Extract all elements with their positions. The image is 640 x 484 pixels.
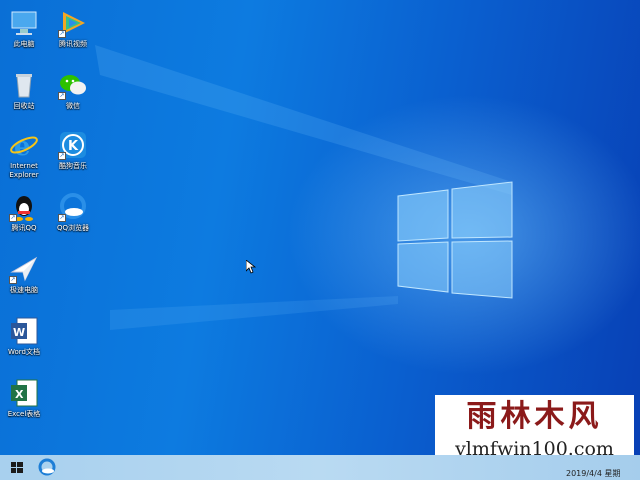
desktop-icon-qq-browser[interactable]: ↗ QQ浏览器 [49,188,97,244]
svg-text:X: X [15,388,24,401]
shortcut-arrow-icon: ↗ [9,214,17,222]
kugou-music-icon: K ↗ [58,130,88,160]
desktop-icon-label: 此电脑 [13,40,35,48]
shortcut-arrow-icon: ↗ [58,152,66,160]
desktop-icon-recycle-bin[interactable]: 回收站 [0,66,48,122]
clock-date[interactable]: 2019/4/4 星期 [566,468,620,479]
desktop-icon-tencent-qq[interactable]: ↗ 腾讯QQ [0,188,48,244]
desktop-icon-this-pc[interactable]: 此电脑 [0,4,48,60]
tencent-video-icon: ↗ [58,8,88,38]
svg-text:e: e [14,132,31,160]
desktop-icon-internet-explorer[interactable]: e Internet Explorer [0,126,48,182]
recycle-bin-icon [9,70,39,100]
taskbar: 2019/4/4 星期 [0,455,640,480]
windows-start-icon [11,462,23,473]
desktop-icon-label: 酷狗音乐 [59,162,87,170]
desktop-icon-wechat[interactable]: ↗ 微信 [49,66,97,122]
desktop-icon-label: Internet Explorer [9,162,39,179]
mouse-pointer-icon [246,260,256,274]
shortcut-arrow-icon: ↗ [9,276,17,284]
start-button[interactable] [0,455,34,480]
desktop-icon-label: Word文档 [8,348,40,356]
desktop-icon-label: 极速电脑 [10,286,38,294]
excel-icon: X [9,378,39,408]
desktop-icon-tencent-video[interactable]: ↗ 腾讯视频 [49,4,97,60]
desktop-icon-excel[interactable]: X Excel表格 [0,374,48,430]
internet-explorer-icon: e [9,130,39,162]
qq-browser-icon [38,458,56,476]
svg-text:W: W [13,326,25,339]
desktop-icon-label: 腾讯视频 [59,40,87,48]
shortcut-arrow-icon: ↗ [58,214,66,222]
shortcut-arrow-icon: ↗ [58,92,66,100]
word-icon: W [9,316,39,346]
qq-browser-icon: ↗ [58,192,88,222]
desktop-icon-label: Excel表格 [7,410,41,418]
svg-text:K: K [68,139,79,154]
watermark-title: 雨林木风 [466,399,603,434]
desktop-icon-label: 腾讯QQ [11,224,37,232]
qq-penguin-icon: ↗ [9,192,39,222]
wechat-icon: ↗ [58,70,88,100]
desktop-wallpaper[interactable]: 此电脑 回收站 e Internet Explorer ↗ 腾讯QQ ↗ 极速电… [0,0,640,455]
desktop-icon-kugou-music[interactable]: K ↗ 酷狗音乐 [49,126,97,182]
desktop-icon-label: QQ浏览器 [56,224,90,232]
taskbar-qq-browser-button[interactable] [34,455,62,480]
speed-pc-icon: ↗ [9,254,39,284]
desktop-icon-word[interactable]: W Word文档 [0,312,48,368]
desktop-icon-label: 回收站 [13,102,35,110]
desktop-icon-speed-pc[interactable]: ↗ 极速电脑 [0,250,48,306]
shortcut-arrow-icon: ↗ [58,30,66,38]
desktop-icon-label: 微信 [66,102,80,110]
computer-icon [9,8,39,38]
